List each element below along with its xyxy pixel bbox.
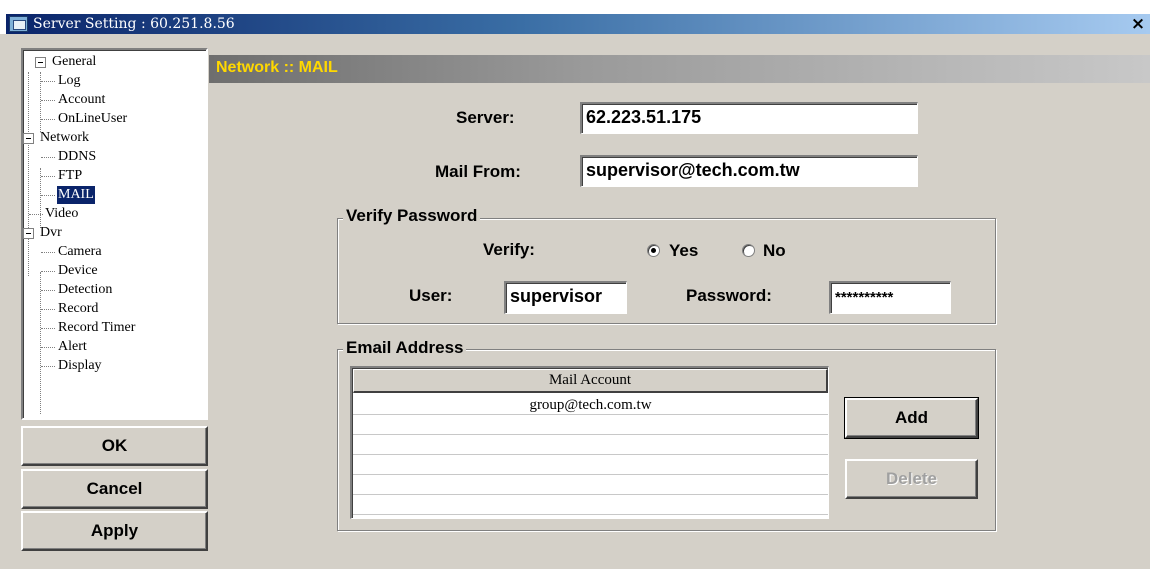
mail-account-list[interactable]: Mail Account group@tech.com.tw bbox=[350, 366, 829, 519]
tree-item-record-timer[interactable]: Record Timer bbox=[23, 319, 203, 337]
user-label: User: bbox=[409, 286, 453, 305]
tree-connector bbox=[41, 176, 55, 177]
verify-yes-label[interactable]: Yes bbox=[669, 241, 698, 261]
tree-label: FTP bbox=[58, 168, 83, 183]
tree-connector bbox=[41, 81, 55, 82]
user-input[interactable]: supervisor bbox=[504, 281, 627, 314]
tree-connector bbox=[41, 119, 55, 120]
title-bar: Server Setting : 60.251.8.56 × bbox=[0, 0, 1150, 34]
expand-minus-icon[interactable] bbox=[23, 133, 34, 144]
verify-no-radio[interactable] bbox=[742, 244, 755, 257]
list-item[interactable] bbox=[353, 496, 828, 515]
apply-button[interactable]: Apply bbox=[21, 511, 208, 551]
tree-item-mail[interactable]: MAIL bbox=[23, 186, 203, 204]
tree-item-log[interactable]: Log bbox=[23, 72, 203, 90]
list-item[interactable]: group@tech.com.tw bbox=[353, 396, 828, 415]
tree-item-device[interactable]: Device bbox=[23, 262, 203, 280]
tree-label: Account bbox=[58, 92, 106, 107]
tree-label: Device bbox=[58, 263, 98, 278]
expand-minus-icon[interactable] bbox=[35, 57, 46, 68]
panel-title: Network :: MAIL bbox=[216, 59, 338, 76]
list-item[interactable] bbox=[353, 456, 828, 475]
panel-header: Network :: MAIL bbox=[209, 55, 1150, 83]
tree-label: Record bbox=[58, 301, 99, 316]
server-input[interactable]: 62.223.51.175 bbox=[580, 102, 918, 134]
tree-connector bbox=[41, 347, 55, 348]
mail-account-column-header[interactable]: Mail Account bbox=[353, 369, 828, 393]
tree-connector bbox=[41, 195, 55, 196]
tree-label: Dvr bbox=[40, 225, 62, 240]
tree-item-display[interactable]: Display bbox=[23, 357, 203, 375]
tree-connector bbox=[41, 157, 55, 158]
tree-item-alert[interactable]: Alert bbox=[23, 338, 203, 356]
mail-from-label: Mail From: bbox=[435, 162, 521, 181]
tree-item-ftp[interactable]: FTP bbox=[23, 167, 203, 185]
tree-item-account[interactable]: Account bbox=[23, 91, 203, 109]
tree-label: Display bbox=[58, 358, 102, 373]
verify-no-label[interactable]: No bbox=[763, 241, 786, 261]
tree-label: OnLineUser bbox=[58, 111, 128, 126]
tree-label: Detection bbox=[58, 282, 113, 297]
tree-label: Camera bbox=[58, 244, 102, 259]
verify-label: Verify: bbox=[483, 240, 535, 259]
verify-password-title: Verify Password bbox=[343, 206, 481, 226]
tree-connector bbox=[41, 366, 55, 367]
tree-item-ddns[interactable]: DDNS bbox=[23, 148, 203, 166]
tree-label: DDNS bbox=[58, 149, 97, 164]
list-item[interactable] bbox=[353, 416, 828, 435]
tree-label: Video bbox=[45, 206, 79, 221]
app-icon bbox=[9, 16, 28, 32]
tree-item-dvr[interactable]: Dvr bbox=[23, 224, 203, 242]
tree-item-camera[interactable]: Camera bbox=[23, 243, 203, 261]
server-setting-window: Server Setting : 60.251.8.56 × General L… bbox=[0, 0, 1150, 569]
verify-yes-radio[interactable] bbox=[647, 244, 660, 257]
tree-item-onlineuser[interactable]: OnLineUser bbox=[23, 110, 203, 128]
tree-connector bbox=[41, 328, 55, 329]
tree-connector bbox=[41, 309, 55, 310]
tree-label: Record Timer bbox=[58, 320, 136, 335]
window-title: Server Setting : 60.251.8.56 bbox=[33, 16, 235, 32]
tree-label: Log bbox=[58, 73, 81, 88]
delete-button[interactable]: Delete bbox=[845, 459, 978, 499]
mail-from-input[interactable]: supervisor@tech.com.tw bbox=[580, 155, 918, 187]
tree-item-network[interactable]: Network bbox=[23, 129, 203, 147]
list-item[interactable] bbox=[353, 436, 828, 455]
tree-connector bbox=[41, 252, 55, 253]
close-icon[interactable]: × bbox=[1128, 15, 1148, 33]
tree-connector bbox=[41, 100, 55, 101]
cancel-button[interactable]: Cancel bbox=[21, 469, 208, 509]
password-label: Password: bbox=[686, 286, 772, 305]
tree-connector bbox=[41, 271, 55, 272]
ok-button[interactable]: OK bbox=[21, 426, 208, 466]
settings-tree[interactable]: General Log Account OnLineUser Network D… bbox=[21, 48, 208, 420]
tree-label: General bbox=[52, 54, 97, 69]
list-item[interactable] bbox=[353, 476, 828, 495]
tree-item-video[interactable]: Video bbox=[23, 205, 203, 223]
server-label: Server: bbox=[456, 108, 515, 127]
tree-label: Alert bbox=[58, 339, 87, 354]
expand-minus-icon[interactable] bbox=[23, 228, 34, 239]
add-button[interactable]: Add bbox=[844, 397, 979, 439]
email-address-title: Email Address bbox=[343, 338, 467, 358]
tree-label: MAIL bbox=[57, 186, 95, 204]
tree-connector bbox=[41, 290, 55, 291]
tree-item-general[interactable]: General bbox=[23, 53, 203, 71]
password-input[interactable]: ********** bbox=[829, 281, 951, 314]
tree-item-detection[interactable]: Detection bbox=[23, 281, 203, 299]
tree-label: Network bbox=[40, 130, 89, 145]
tree-item-record[interactable]: Record bbox=[23, 300, 203, 318]
tree-connector bbox=[29, 214, 43, 215]
